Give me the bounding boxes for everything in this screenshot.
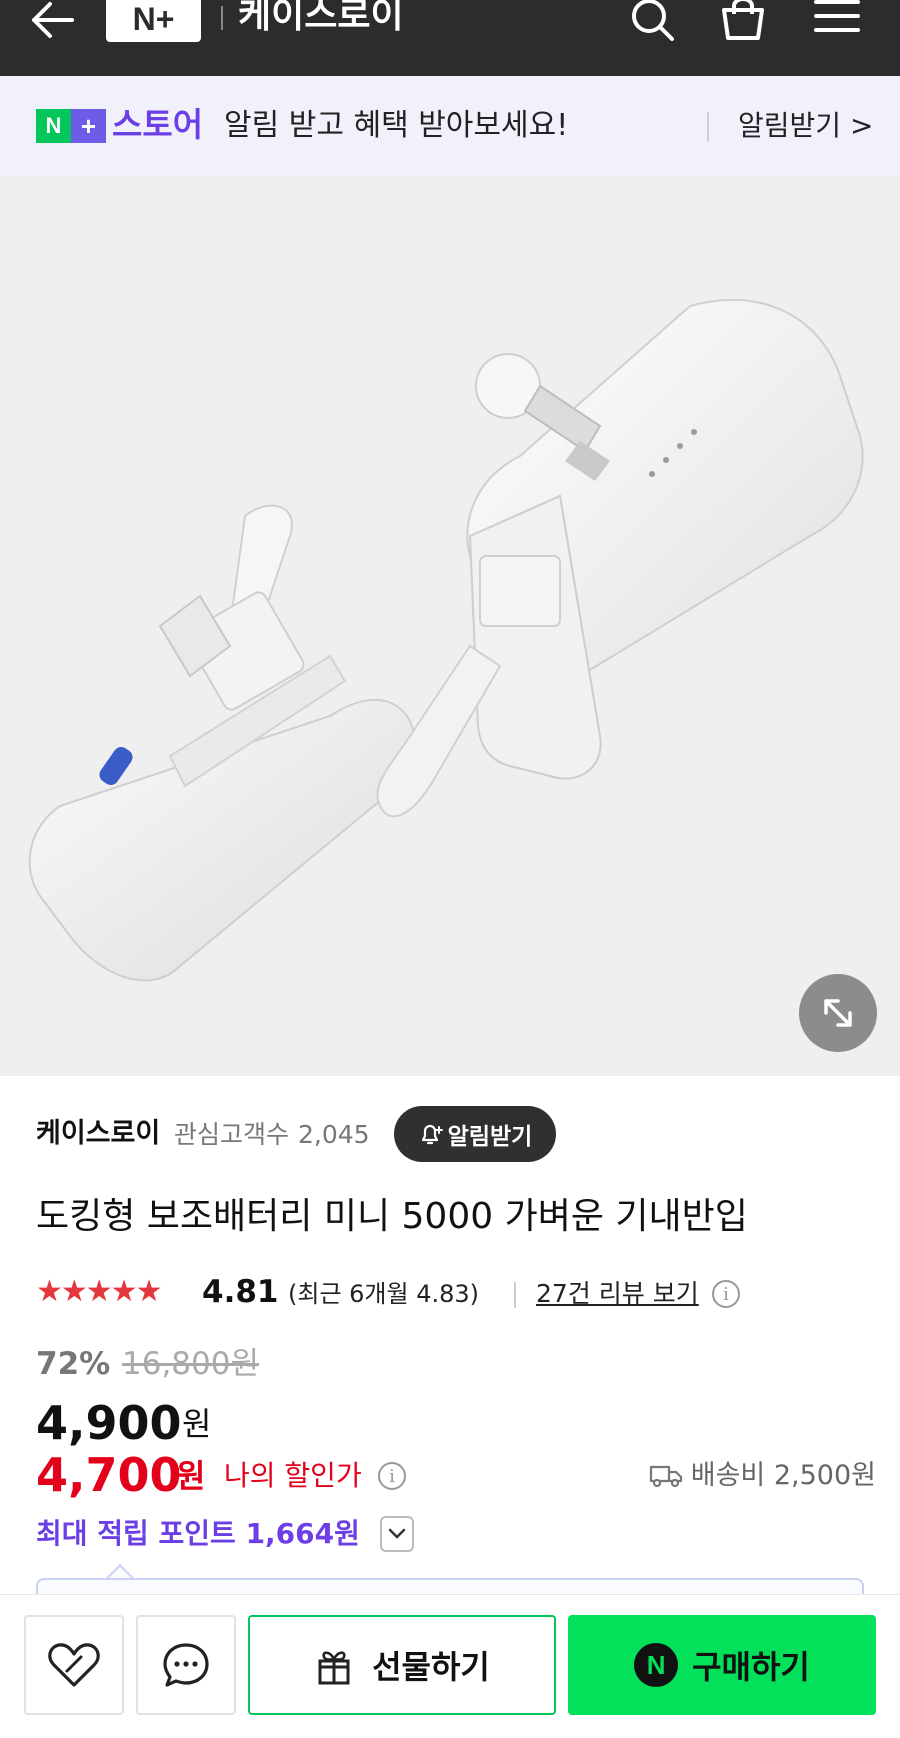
seller-notify-button[interactable]: 알림받기 [394, 1106, 556, 1162]
back-button[interactable] [28, 0, 80, 40]
product-image[interactable] [0, 176, 900, 1076]
notify-button-label: 알림받기 [447, 1124, 533, 1150]
info-icon[interactable]: i [712, 1280, 740, 1308]
expand-arrows-icon [824, 999, 852, 1027]
rating-stars: ★★★★★ [36, 1274, 162, 1309]
chat-bubble-icon [163, 1643, 209, 1687]
gift-icon [318, 1651, 350, 1685]
power-bank-illustration [28, 298, 864, 982]
chevron-down-icon [388, 1528, 406, 1539]
max-points: 최대 적립 포인트 1,664원 [36, 1517, 360, 1550]
arrow-left-icon [32, 2, 74, 38]
follower-count: 2,045 [298, 1120, 370, 1149]
my-price-row: 4,700 원 나의 할인가 i 배송비 2,500원 [36, 1446, 876, 1504]
banner-alarm-link[interactable]: 알림받기 > [738, 105, 873, 147]
points-row: 최대 적립 포인트 1,664원 [36, 1510, 414, 1558]
logo-divider [221, 6, 223, 30]
my-price-info-icon[interactable]: i [378, 1462, 406, 1490]
points-expand-button[interactable] [380, 1516, 414, 1552]
truck-icon [649, 1465, 682, 1488]
zzim-button[interactable] [24, 1615, 124, 1715]
logo-n: N [36, 109, 71, 143]
my-price-unit: 원 [176, 1457, 206, 1495]
bell-plus-icon [421, 1124, 443, 1145]
my-price: 4,700 [36, 1448, 182, 1502]
gift-button-label: 선물하기 [372, 1648, 490, 1686]
banner-message: 알림 받고 혜택 받아보세요! [224, 108, 569, 143]
cart-button[interactable] [718, 0, 768, 42]
seller-row: 케이스로이 관심고객수 2,045 알림받기 [36, 1106, 876, 1162]
original-price: 16,800원 [122, 1346, 259, 1382]
rating-row: ★★★★★ 4.81 (최근 6개월 4.83) 27건 리뷰 보기 i [36, 1270, 876, 1314]
shipping-fee: 배송비 2,500원 [649, 1456, 876, 1496]
search-button[interactable] [628, 0, 678, 42]
bottom-action-bar: 선물하기 N 구매하기 [0, 1594, 900, 1738]
sale-price: 4,900 [36, 1396, 182, 1450]
buy-button-label: 구매하기 [692, 1648, 810, 1686]
seller-name[interactable]: 케이스로이 [36, 1114, 160, 1154]
talktalk-button[interactable] [136, 1615, 236, 1715]
heart-icon [48, 1643, 100, 1687]
image-expand-button[interactable] [799, 974, 877, 1052]
my-price-label: 나의 할인가 [224, 1459, 362, 1492]
discount-rate: 72% [36, 1346, 111, 1382]
sale-price-unit: 원 [182, 1405, 212, 1443]
hamburger-menu-icon [814, 0, 860, 32]
menu-button[interactable] [812, 0, 862, 42]
logo-plus: + [71, 109, 106, 143]
alarm-banner: N + 스토어 알림 받고 혜택 받아보세요! 알림받기 > [0, 76, 900, 176]
store-name[interactable]: 케이스로이 [238, 0, 404, 38]
naver-plus-logo[interactable]: N+ [106, 0, 201, 42]
rating-divider [514, 1282, 516, 1308]
rating-score: 4.81 [202, 1274, 279, 1310]
product-title: 도킹형 보조배터리 미니 5000 가벼운 기내반입 [36, 1196, 748, 1237]
top-nav-bar: N+ 케이스로이 [0, 0, 900, 76]
naver-plus-store-logo: N + [36, 109, 106, 143]
banner-divider [707, 112, 709, 142]
buy-button[interactable]: N 구매하기 [568, 1615, 876, 1715]
store-label: 스토어 [112, 105, 204, 144]
shipping-fee-text: 배송비 2,500원 [690, 1460, 876, 1491]
review-link[interactable]: 27건 리뷰 보기 [536, 1274, 699, 1314]
follower-label: 관심고객수 [174, 1120, 290, 1149]
shopping-bag-icon [722, 0, 764, 40]
search-icon [632, 0, 674, 41]
rating-recent: (최근 6개월 4.83) [288, 1280, 480, 1308]
naver-pay-icon: N [634, 1643, 679, 1687]
logo-text: N+ [132, 0, 175, 37]
gift-button[interactable]: 선물하기 [248, 1615, 556, 1715]
